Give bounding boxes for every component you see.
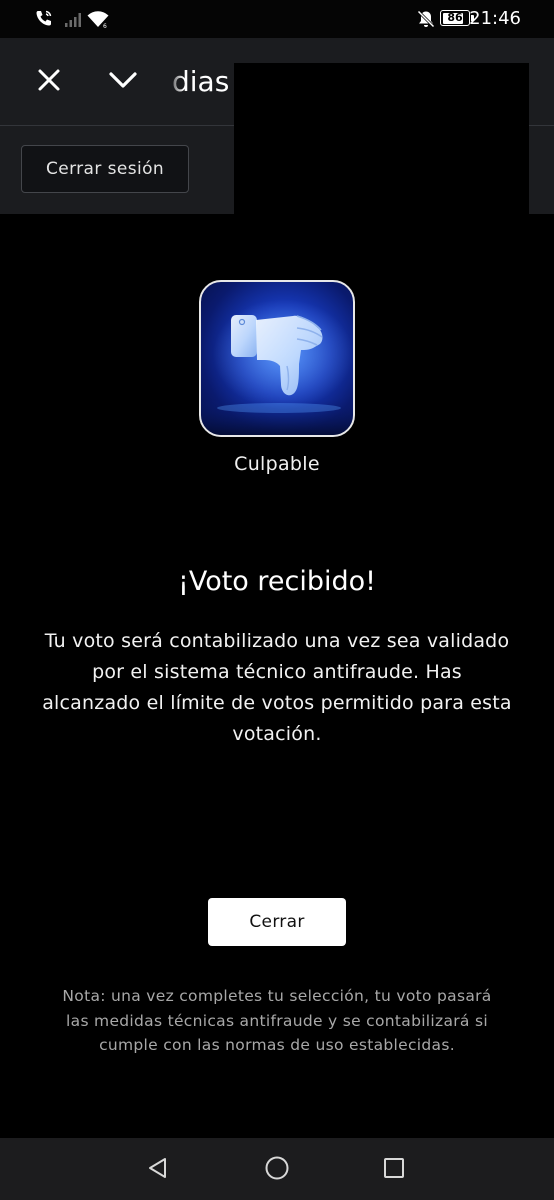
logout-button[interactable]: Cerrar sesión bbox=[21, 145, 189, 193]
redacted-area bbox=[234, 63, 529, 214]
vote-option-card bbox=[199, 280, 355, 437]
recents-button[interactable] bbox=[374, 1150, 414, 1190]
footnote: Nota: una vez completes tu selección, tu… bbox=[62, 987, 492, 1054]
signal-icon bbox=[64, 10, 84, 32]
svg-text:6: 6 bbox=[103, 23, 107, 29]
result-message: Tu voto será contabilizado una vez sea v… bbox=[42, 630, 512, 745]
home-circle-icon bbox=[264, 1155, 290, 1185]
back-button[interactable] bbox=[138, 1150, 178, 1190]
status-bar: 6 86 21:46 bbox=[0, 0, 554, 38]
close-dialog-button[interactable]: Cerrar bbox=[208, 898, 346, 946]
close-button[interactable] bbox=[27, 60, 71, 104]
wifi-icon: 6 bbox=[86, 9, 110, 33]
chevron-down-icon bbox=[108, 70, 138, 94]
recents-square-icon bbox=[382, 1156, 406, 1184]
wifi-calling-icon bbox=[34, 8, 54, 32]
system-nav-bar bbox=[0, 1138, 554, 1200]
close-icon bbox=[37, 68, 61, 96]
home-button[interactable] bbox=[257, 1150, 297, 1190]
vote-option-label: Culpable bbox=[234, 453, 320, 475]
battery-icon: 86 bbox=[440, 10, 470, 26]
title-fade bbox=[166, 62, 184, 102]
back-triangle-icon bbox=[146, 1156, 170, 1184]
mute-icon bbox=[416, 9, 436, 33]
collapse-button[interactable] bbox=[101, 60, 145, 104]
result-title: ¡Voto recibido! bbox=[178, 566, 376, 597]
battery-level: 86 bbox=[447, 11, 463, 24]
vote-confirmation-screen: 6 86 21:46 dias Cerrar sesión Culpable ¡… bbox=[0, 0, 554, 1200]
clock: 21:46 bbox=[469, 8, 521, 29]
